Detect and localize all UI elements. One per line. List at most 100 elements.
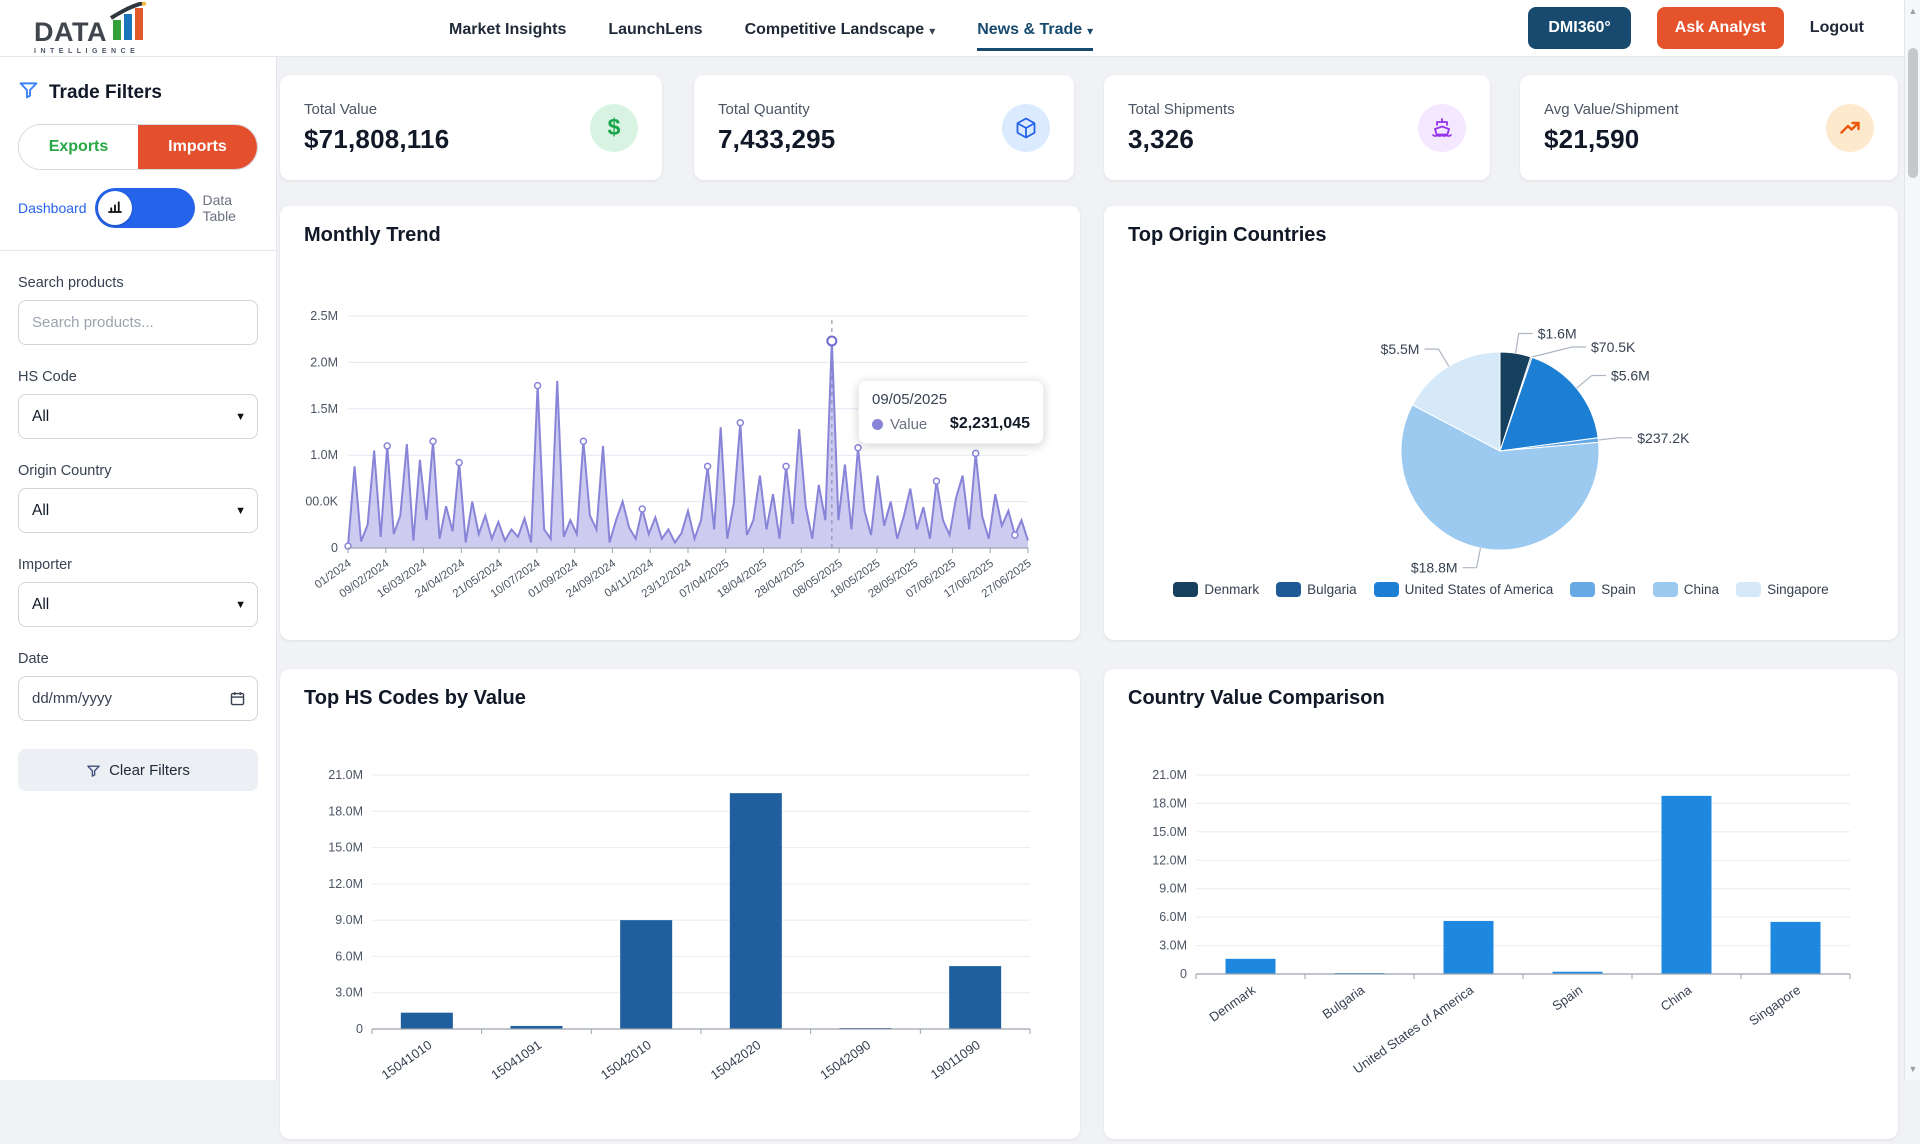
data-table-label[interactable]: Data Table — [203, 192, 259, 224]
stat-value: $21,590 — [1544, 124, 1679, 155]
monthly-trend-card: Monthly Trend 2.5M2.0M1.5M1.0M00.0K001/2… — [280, 206, 1080, 640]
date-input[interactable]: dd/mm/yyyy — [18, 676, 258, 721]
scrollbar-thumb[interactable] — [1908, 48, 1918, 178]
importer-label: Importer — [18, 557, 258, 573]
chevron-down-icon: ▼ — [235, 505, 246, 517]
tooltip-series: Value — [890, 416, 927, 433]
hs-code-select[interactable]: All▼ — [18, 394, 258, 439]
origin-country-label: Origin Country — [18, 463, 258, 479]
clear-filters-button[interactable]: Clear Filters — [18, 749, 258, 791]
stat-value: 3,326 — [1128, 124, 1235, 155]
scroll-up-icon[interactable]: ▲ — [1905, 6, 1920, 16]
top-navbar: DATA INTELLIGENCE Market Insights Launch… — [0, 0, 1904, 57]
package-icon — [1002, 104, 1050, 152]
legend-label: Bulgaria — [1307, 582, 1357, 597]
svg-text:3.0M: 3.0M — [335, 986, 363, 1000]
stat-label: Total Quantity — [718, 101, 835, 118]
top-origin-countries-card: Top Origin Countries $1.6M$70.5K$5.6M$23… — [1104, 206, 1898, 640]
svg-text:15.0M: 15.0M — [1152, 825, 1187, 839]
importer-select[interactable]: All▼ — [18, 582, 258, 627]
scroll-down-icon[interactable]: ▼ — [1905, 1064, 1920, 1074]
nav-launchlens[interactable]: LaunchLens — [608, 6, 702, 51]
svg-text:Singapore: Singapore — [1746, 982, 1803, 1028]
svg-text:2.5M: 2.5M — [310, 309, 338, 323]
svg-text:1.5M: 1.5M — [310, 402, 338, 416]
svg-text:15041010: 15041010 — [379, 1037, 435, 1082]
nav-news-trade[interactable]: News & Trade▾ — [977, 6, 1093, 51]
legend-item[interactable]: Denmark — [1173, 582, 1259, 597]
dollar-icon: $ — [590, 104, 638, 152]
legend-swatch — [1570, 582, 1595, 597]
svg-text:21.0M: 21.0M — [328, 768, 363, 782]
svg-text:United States of America: United States of America — [1350, 982, 1476, 1077]
calendar-icon[interactable] — [229, 690, 246, 707]
svg-text:6.0M: 6.0M — [1159, 910, 1187, 924]
svg-text:9.0M: 9.0M — [1159, 882, 1187, 896]
svg-text:0: 0 — [1180, 967, 1187, 981]
svg-text:12.0M: 12.0M — [1152, 853, 1187, 867]
legend-label: China — [1684, 582, 1719, 597]
legend-item[interactable]: Spain — [1570, 582, 1636, 597]
main-nav: Market Insights LaunchLens Competitive L… — [449, 6, 1093, 51]
imports-button[interactable]: Imports — [138, 125, 257, 169]
chart-tooltip: 09/05/2025 Value $2,231,045 — [858, 380, 1044, 444]
svg-text:Denmark: Denmark — [1206, 982, 1258, 1025]
stat-label: Avg Value/Shipment — [1544, 101, 1679, 118]
exports-button[interactable]: Exports — [19, 125, 138, 169]
top-hs-codes-card: Top HS Codes by Value 21.0M18.0M15.0M12.… — [280, 669, 1080, 1139]
svg-text:3.0M: 3.0M — [1159, 939, 1187, 953]
stat-card-total-shipments: Total Shipments 3,326 — [1104, 75, 1490, 180]
page-scrollbar[interactable]: ▲ ▼ — [1904, 0, 1920, 1080]
stat-card-total-quantity: Total Quantity 7,433,295 — [694, 75, 1074, 180]
nav-market-insights[interactable]: Market Insights — [449, 6, 566, 51]
svg-text:15.0M: 15.0M — [328, 841, 363, 855]
svg-text:$1.6M: $1.6M — [1538, 325, 1577, 341]
legend-swatch — [1653, 582, 1678, 597]
date-label: Date — [18, 651, 258, 667]
stat-value: $71,808,116 — [304, 124, 449, 155]
search-products-label: Search products — [18, 275, 258, 291]
hs-codes-bar-chart[interactable]: 21.0M18.0M15.0M12.0M9.0M6.0M3.0M01504101… — [280, 669, 1080, 1139]
dashboard-label[interactable]: Dashboard — [18, 200, 87, 216]
legend-label: Spain — [1601, 582, 1636, 597]
origin-country-select[interactable]: All▼ — [18, 488, 258, 533]
origin-countries-pie-chart[interactable]: $1.6M$70.5K$5.6M$237.2K$18.8M$5.5M — [1104, 206, 1898, 640]
logo-subtitle: INTELLIGENCE — [34, 48, 149, 55]
svg-text:9.0M: 9.0M — [335, 913, 363, 927]
funnel-icon — [18, 79, 39, 106]
svg-text:$237.2K: $237.2K — [1637, 430, 1690, 446]
svg-text:Bulgaria: Bulgaria — [1320, 982, 1368, 1022]
chevron-down-icon: ▼ — [235, 411, 246, 423]
legend-item[interactable]: Bulgaria — [1276, 582, 1357, 597]
search-input[interactable] — [18, 300, 258, 345]
svg-text:15041091: 15041091 — [488, 1037, 544, 1082]
svg-text:$18.8M: $18.8M — [1411, 560, 1458, 576]
series-dot-icon — [872, 419, 883, 430]
nav-competitive-landscape[interactable]: Competitive Landscape▾ — [745, 6, 936, 51]
pie-legend: Denmark Bulgaria United States of America S… — [1104, 582, 1898, 597]
country-bar-chart[interactable]: 21.0M 18.0M 15.0M 12.0M 9.0M 6.0M 3.0M 0 Denmark… — [1104, 669, 1898, 1139]
view-mode-toggle[interactable] — [95, 188, 195, 228]
svg-text:6.0M: 6.0M — [335, 949, 363, 963]
ship-icon — [1418, 104, 1466, 152]
stat-value: 7,433,295 — [718, 124, 835, 155]
logo-wordmark: DATA — [34, 19, 107, 46]
svg-text:1.0M: 1.0M — [310, 448, 338, 462]
svg-text:21.0M: 21.0M — [1152, 768, 1187, 782]
svg-text:18.0M: 18.0M — [1152, 796, 1187, 810]
legend-item[interactable]: United States of America — [1374, 582, 1554, 597]
svg-text:$70.5K: $70.5K — [1591, 339, 1636, 355]
stat-card-total-value: Total Value $71,808,116 $ — [280, 75, 662, 180]
legend-item[interactable]: China — [1653, 582, 1719, 597]
legend-swatch — [1173, 582, 1198, 597]
ask-analyst-button[interactable]: Ask Analyst — [1657, 7, 1784, 49]
svg-text:0: 0 — [356, 1022, 363, 1036]
dmi360-button[interactable]: DMI360° — [1528, 7, 1630, 49]
bar-chart-icon — [106, 197, 124, 220]
svg-text:18.0M: 18.0M — [328, 804, 363, 818]
legend-item[interactable]: Singapore — [1736, 582, 1829, 597]
legend-label: Singapore — [1767, 582, 1829, 597]
svg-text:00.0K: 00.0K — [305, 495, 338, 509]
logout-button[interactable]: Logout — [1810, 19, 1864, 37]
hs-code-label: HS Code — [18, 369, 258, 385]
